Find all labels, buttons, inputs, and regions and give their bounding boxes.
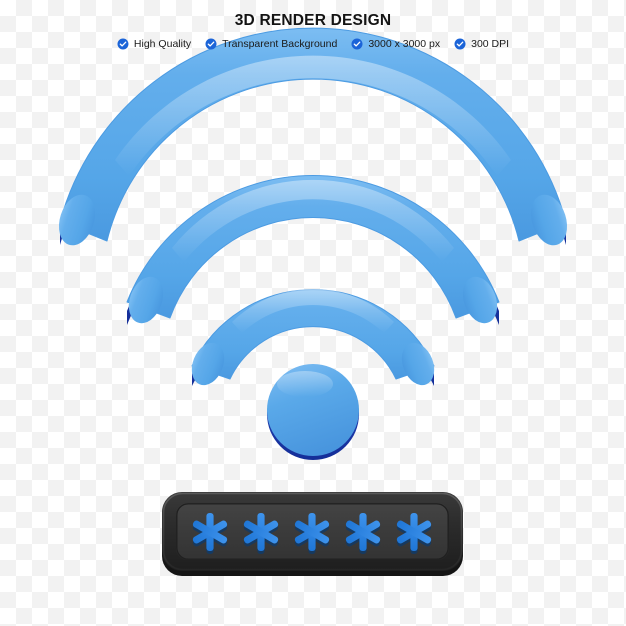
badge-label: Transparent Background (222, 38, 338, 50)
badge-high-quality: High Quality (117, 38, 191, 50)
check-circle-icon (351, 38, 363, 50)
check-circle-icon (205, 38, 217, 50)
render-canvas: 3D RENDER DESIGN High Quality Transparen… (0, 0, 626, 626)
check-circle-icon (454, 38, 466, 50)
badge-dimensions: 3000 x 3000 px (351, 38, 440, 50)
header: 3D RENDER DESIGN High Quality Transparen… (0, 0, 626, 50)
password-bar[interactable] (160, 490, 465, 578)
badge-label: 300 DPI (471, 38, 510, 50)
wifi-dot (267, 364, 359, 460)
badge-label: High Quality (133, 38, 192, 50)
page-title: 3D RENDER DESIGN (234, 12, 392, 29)
badge-label: 3000 x 3000 px (368, 38, 441, 50)
feature-badge-list: High Quality Transparent Background 3000… (0, 38, 626, 50)
check-circle-icon (117, 38, 129, 50)
badge-dpi: 300 DPI (454, 38, 509, 50)
badge-transparent-background: Transparent Background (205, 38, 337, 50)
